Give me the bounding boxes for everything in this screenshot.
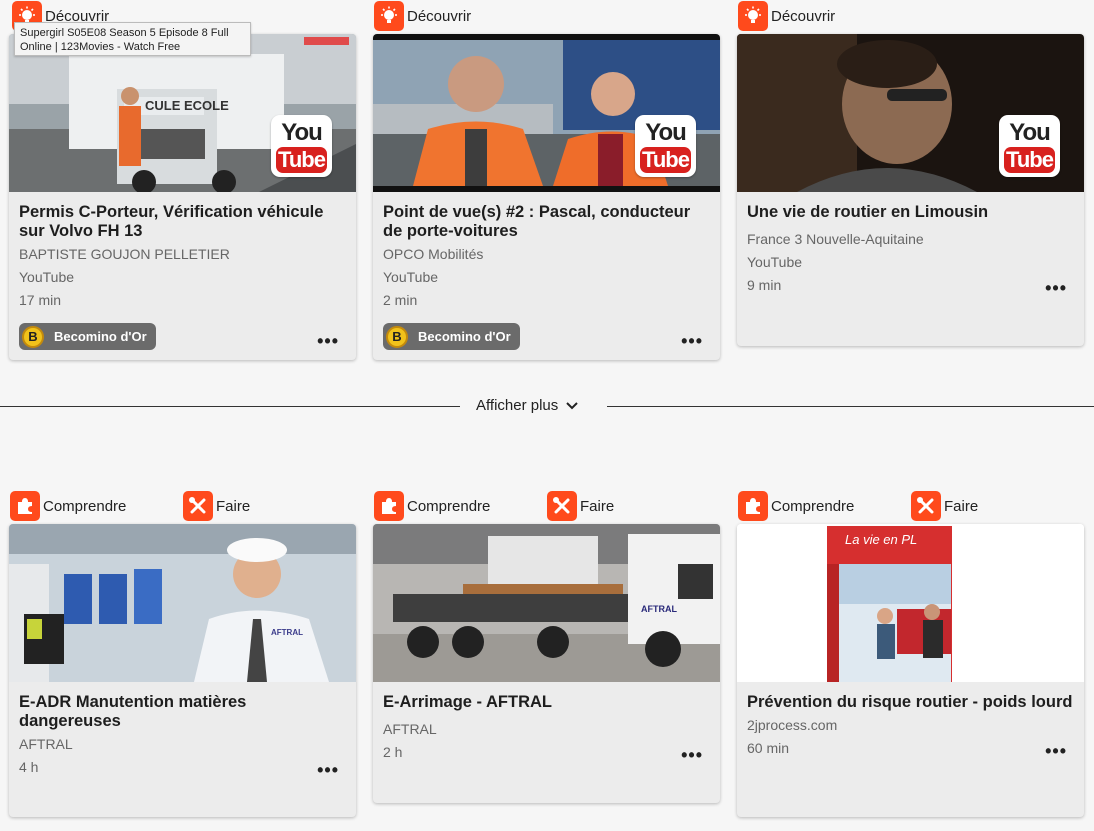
card-title[interactable]: Permis C-Porteur, Vérification véhicule …: [19, 203, 346, 241]
puzzle-icon: [374, 491, 404, 521]
coin-icon: B: [386, 325, 408, 348]
tag-label: Faire: [944, 497, 979, 515]
tag-comprendre[interactable]: Comprendre: [374, 491, 490, 521]
card-author: BAPTISTE GOUJON PELLETIER: [19, 246, 230, 262]
card-title[interactable]: Prévention du risque routier - poids lou…: [747, 693, 1074, 712]
more-options-button[interactable]: •••: [1045, 742, 1067, 760]
video-card[interactable]: You Tube Une vie de routier en Limousin F…: [737, 34, 1084, 346]
tag-label: Faire: [580, 497, 615, 515]
tag-label: Découvrir: [771, 7, 836, 25]
training-card[interactable]: La vie en PL Prévention du risque routie…: [737, 524, 1084, 817]
tag-decouvrir[interactable]: Découvrir: [374, 1, 471, 31]
aftral-logo-text: AFTRAL: [271, 628, 303, 637]
card-title[interactable]: Une vie de routier en Limousin: [747, 203, 1074, 222]
more-options-button[interactable]: •••: [681, 746, 703, 764]
thumbnail[interactable]: AFTRAL: [9, 524, 356, 682]
youtube-logo-icon: You Tube: [271, 115, 332, 177]
card-tags: Comprendre Faire: [9, 491, 356, 524]
tag-faire[interactable]: Faire: [547, 491, 614, 521]
card-tags: Comprendre Faire: [373, 491, 720, 524]
show-more-label: Afficher plus: [476, 397, 559, 414]
training-card[interactable]: AFTRAL E-ADR Manutention matières danger…: [9, 524, 356, 817]
card-title[interactable]: E-ADR Manutention matières dangereuses: [19, 693, 346, 731]
thumbnail[interactable]: You Tube: [737, 34, 1084, 192]
card-tags: Découvrir: [737, 1, 1084, 34]
card-author: 2jprocess.com: [747, 717, 838, 733]
card-source: YouTube: [383, 269, 439, 285]
card-e-arrimage: Comprendre Faire AFTRAL E-Arrimage - AFT…: [373, 491, 720, 803]
card-duration: 2 h: [383, 744, 403, 760]
card-author: AFTRAL: [383, 721, 437, 737]
card-author: OPCO Mobilités: [383, 246, 484, 262]
lightbulb-icon: [738, 1, 768, 31]
puzzle-icon: [738, 491, 768, 521]
tag-label: Faire: [216, 497, 251, 515]
card-source: YouTube: [747, 254, 803, 270]
more-options-button[interactable]: •••: [681, 332, 703, 350]
tools-icon: [547, 491, 577, 521]
truck-text: CULE ECOLE: [145, 98, 229, 113]
tag-label: Comprendre: [43, 497, 127, 515]
card-title[interactable]: Point de vue(s) #2 : Pascal, conducteur …: [383, 203, 710, 241]
card-duration: 9 min: [747, 277, 782, 293]
becomino-badge: B Becomino d'Or: [19, 323, 156, 350]
card-author: France 3 Nouvelle-Aquitaine: [747, 231, 924, 247]
youtube-logo-icon: You Tube: [999, 115, 1060, 177]
tag-faire[interactable]: Faire: [183, 491, 250, 521]
more-options-button[interactable]: •••: [317, 761, 339, 779]
coin-icon: B: [22, 325, 44, 348]
lightbulb-icon: [374, 1, 404, 31]
becomino-badge: B Becomino d'Or: [383, 323, 520, 350]
tools-icon: [911, 491, 941, 521]
card-point-de-vue: Découvrir You Tube Point de vue(s) #2 : P…: [373, 1, 720, 360]
video-card[interactable]: CULE ECOLE You Tube Permis C-Porteur, Vér…: [9, 34, 356, 360]
divider-left: [0, 406, 460, 407]
training-card[interactable]: AFTRAL E-Arrimage - AFTRAL AFTRAL 2 h ••…: [373, 524, 720, 803]
chevron-down-icon: [566, 397, 578, 414]
tag-faire[interactable]: Faire: [911, 491, 978, 521]
card-tags: Comprendre Faire: [737, 491, 1084, 524]
tag-label: Comprendre: [407, 497, 491, 515]
show-more-button[interactable]: Afficher plus: [476, 397, 578, 414]
puzzle-icon: [10, 491, 40, 521]
aftral-logo-text: AFTRAL: [641, 604, 677, 614]
youtube-logo-icon: You Tube: [635, 115, 696, 177]
thumbnail[interactable]: You Tube: [373, 34, 720, 192]
tooltip: Supergirl S05E08 Season 5 Episode 8 Full…: [14, 22, 251, 56]
tools-icon: [183, 491, 213, 521]
card-e-adr: Comprendre Faire AFTRAL E-ADR Manutentio…: [9, 491, 356, 817]
card-duration: 2 min: [383, 292, 418, 308]
more-options-button[interactable]: •••: [1045, 279, 1067, 297]
card-tags: Découvrir: [373, 1, 720, 34]
book-title-text: La vie en PL: [845, 532, 918, 547]
divider-right: [607, 406, 1094, 407]
more-options-button[interactable]: •••: [317, 332, 339, 350]
tag-label: Comprendre: [771, 497, 855, 515]
tag-decouvrir[interactable]: Découvrir: [738, 1, 835, 31]
tag-comprendre[interactable]: Comprendre: [10, 491, 126, 521]
tag-label: Découvrir: [407, 7, 472, 25]
card-vie-routier: Découvrir You Tube Une vie de routier en …: [737, 1, 1084, 346]
card-author: AFTRAL: [19, 736, 73, 752]
card-duration: 17 min: [19, 292, 62, 308]
video-card[interactable]: You Tube Point de vue(s) #2 : Pascal, con…: [373, 34, 720, 360]
card-source: YouTube: [19, 269, 75, 285]
card-prevention: Comprendre Faire La vie en PL Prévention…: [737, 491, 1084, 817]
card-duration: 60 min: [747, 740, 790, 756]
card-duration: 4 h: [19, 759, 39, 775]
thumbnail[interactable]: CULE ECOLE You Tube: [9, 34, 356, 192]
card-title[interactable]: E-Arrimage - AFTRAL: [383, 693, 710, 712]
thumbnail[interactable]: AFTRAL: [373, 524, 720, 682]
thumbnail[interactable]: La vie en PL: [737, 524, 1084, 682]
tag-comprendre[interactable]: Comprendre: [738, 491, 854, 521]
